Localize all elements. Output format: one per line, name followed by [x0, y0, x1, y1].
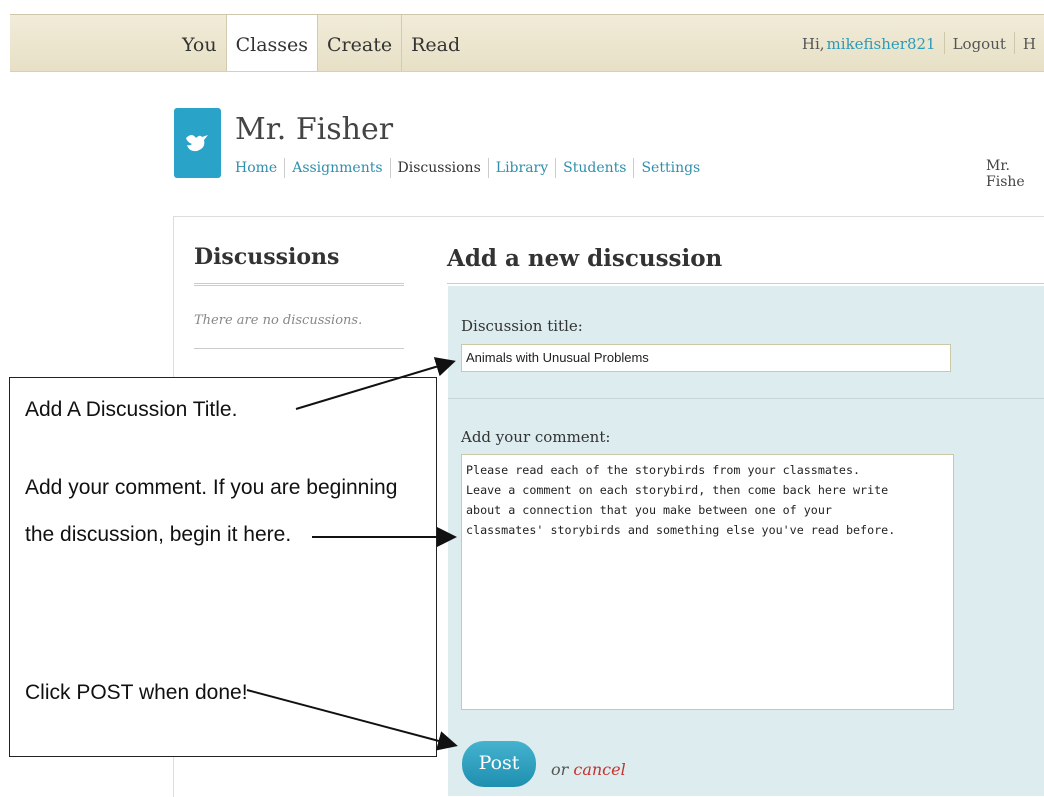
callout-step-comment-line2: the discussion, begin it here. [25, 523, 292, 546]
nav-classes[interactable]: Classes [226, 15, 319, 71]
callout-step-title: Add A Discussion Title. [25, 398, 238, 421]
user-greeting: Hi, mikefisher821 [794, 15, 944, 71]
username-link[interactable]: mikefisher821 [825, 35, 936, 53]
cancel-link[interactable]: cancel [573, 760, 625, 779]
class-nav-settings[interactable]: Settings [634, 158, 707, 178]
help-link[interactable]: H [1015, 15, 1044, 71]
callout-step-comment-line1: Add your comment. If you are beginning [25, 476, 398, 499]
teacher-name-right: Mr. Fishe [986, 158, 1025, 190]
sidebar-divider [194, 283, 404, 286]
comment-textarea[interactable]: Please read each of the storybirds from … [461, 454, 954, 710]
heading-divider [447, 283, 1044, 284]
nav-create[interactable]: Create [318, 15, 403, 71]
sidebar-empty-text: There are no discussions. [194, 313, 363, 328]
title-label: Discussion title: [461, 317, 583, 335]
sidebar-title: Discussions [194, 244, 340, 270]
nav-you[interactable]: You [173, 15, 227, 71]
post-button[interactable]: Post [462, 741, 536, 787]
class-nav-discussions[interactable]: Discussions [391, 158, 489, 178]
class-bird-icon [174, 108, 221, 178]
comment-label: Add your comment: [461, 428, 611, 446]
class-nav-students[interactable]: Students [556, 158, 635, 178]
nav-read[interactable]: Read [402, 15, 469, 71]
form-heading: Add a new discussion [447, 245, 723, 272]
form-divider [448, 398, 1044, 399]
user-links: Hi, mikefisher821 Logout H [794, 15, 1044, 71]
class-nav-library[interactable]: Library [489, 158, 557, 178]
top-bar: You Classes Create Read Hi, mikefisher821… [10, 14, 1044, 72]
greeting-text: Hi, [801, 35, 825, 53]
class-title: Mr. Fisher [235, 112, 394, 147]
class-nav-assignments[interactable]: Assignments [285, 158, 391, 178]
callout-step-post: Click POST when done! [25, 681, 248, 704]
class-nav: Home Assignments Discussions Library Stu… [235, 158, 707, 178]
logout-link[interactable]: Logout [945, 15, 1014, 71]
or-text: or [551, 760, 569, 779]
cancel-area: or cancel [551, 760, 626, 779]
top-nav: You Classes Create Read [173, 15, 469, 71]
class-nav-home[interactable]: Home [235, 158, 286, 178]
sidebar-divider [194, 348, 404, 349]
discussion-title-input[interactable]: Animals with Unusual Problems [461, 344, 951, 372]
